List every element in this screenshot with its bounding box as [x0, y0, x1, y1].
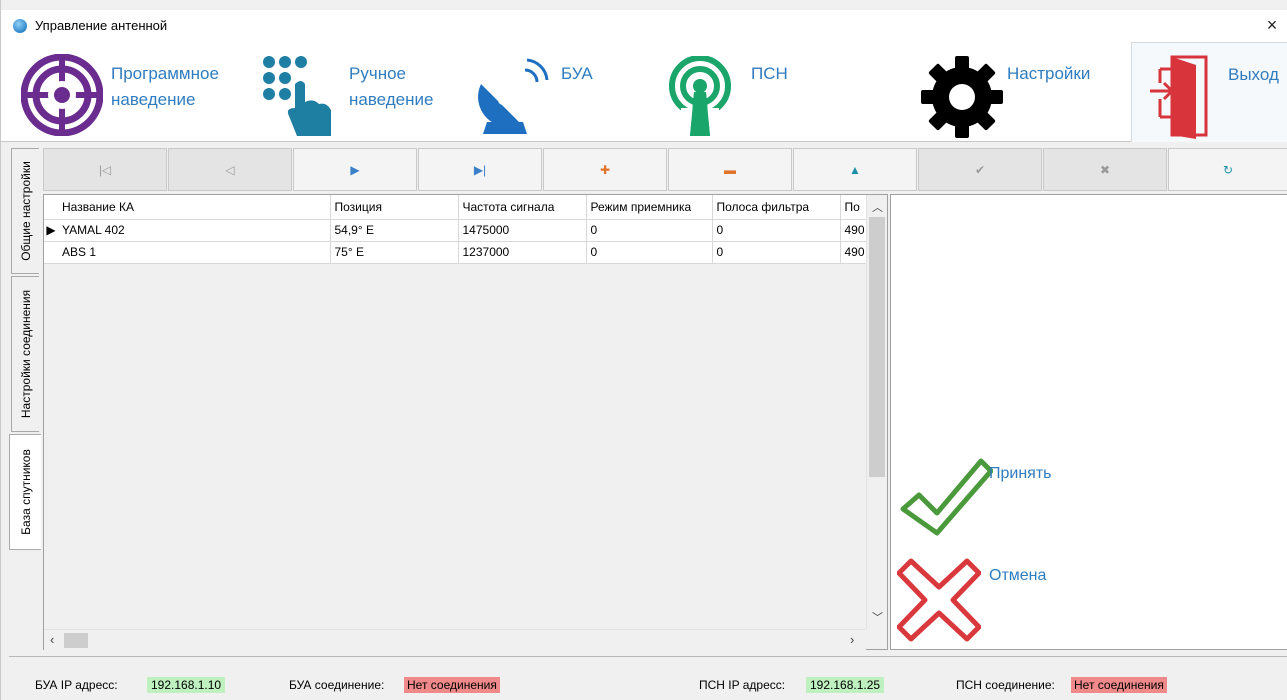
scroll-left-icon[interactable]: ‹: [50, 632, 54, 647]
cell-name[interactable]: ABS 1: [58, 241, 331, 264]
bua-ip-label: БУА IP адресс:: [35, 678, 118, 692]
nav-insert-button[interactable]: ✚: [543, 148, 667, 191]
bua-connection-label: БУА соединение:: [289, 678, 385, 692]
settings-button[interactable]: Настройки: [915, 42, 1115, 142]
column-header-name[interactable]: Название КА: [58, 195, 331, 220]
tab-connection-settings-label: Настройки соединения: [18, 289, 33, 419]
app-icon: [13, 19, 27, 33]
vertical-scrollbar[interactable]: ︿ ﹀: [866, 195, 887, 629]
program-guidance-button[interactable]: Программное наведение: [17, 42, 247, 142]
psn-ip-value: 192.168.1.25: [806, 677, 885, 693]
title-bar: Управление антенной ×: [1, 10, 1287, 42]
column-header-truncated[interactable]: По: [840, 195, 867, 220]
cell-receiver-mode[interactable]: 0: [586, 219, 713, 242]
vertical-scroll-thumb[interactable]: [869, 217, 885, 477]
scroll-up-icon[interactable]: ︿: [867, 199, 888, 215]
broadcast-tower-icon: [669, 56, 731, 136]
psn-connection-status: Нет соединения: [1071, 677, 1167, 693]
bua-label: БУА: [561, 64, 593, 83]
nav-edit-button[interactable]: ▲: [793, 148, 917, 191]
cell-name[interactable]: YAMAL 402: [58, 219, 331, 242]
nav-post-button[interactable]: ✔: [918, 148, 1042, 191]
column-header-filter-band[interactable]: Полоса фильтра: [712, 195, 841, 220]
cell-filter-band[interactable]: 0: [712, 219, 841, 242]
exit-button[interactable]: Выход: [1131, 42, 1287, 142]
bua-ip-value: 192.168.1.10: [147, 677, 226, 693]
horizontal-scrollbar[interactable]: ‹ ›: [44, 629, 866, 650]
bua-connection-status: Нет соединения: [404, 677, 500, 693]
checkmark-icon: [900, 458, 993, 536]
gear-icon: [921, 56, 1003, 138]
bua-button[interactable]: БУА: [471, 42, 641, 142]
accept-label: Принять: [989, 465, 1052, 482]
cell-receiver-mode[interactable]: 0: [586, 241, 713, 264]
cell-filter-band[interactable]: 0: [712, 241, 841, 264]
edit-action-panel: Принять Отмена: [890, 194, 1287, 650]
cell-truncated[interactable]: 490: [840, 219, 867, 242]
side-tab-strip: Общие настройки Настройки соединения Баз…: [9, 146, 41, 576]
cell-frequency[interactable]: 1475000: [458, 219, 587, 242]
settings-label: Настройки: [1007, 64, 1091, 83]
scroll-right-icon[interactable]: ›: [850, 632, 854, 647]
manual-guidance-button[interactable]: Ручное наведение: [257, 42, 457, 142]
grid-header-row: Название КА Позиция Частота сигнала Режи…: [44, 195, 867, 220]
nav-cancel-button[interactable]: ✖: [1043, 148, 1167, 191]
close-button[interactable]: ×: [1262, 14, 1282, 36]
row-indicator: [44, 241, 58, 264]
db-navigator: |◁ ◁ ▶ ▶| ✚ ▬ ▲ ✔ ✖ ↻: [43, 148, 1287, 193]
table-row[interactable]: ▶ YAMAL 402 54,9° E 1475000 0 0 490: [44, 219, 867, 242]
psn-ip-label: ПСН IP адресс:: [699, 678, 786, 692]
horizontal-scroll-thumb[interactable]: [64, 633, 88, 648]
satellite-grid[interactable]: Название КА Позиция Частота сигнала Режи…: [43, 194, 888, 650]
nav-refresh-button[interactable]: ↻: [1168, 148, 1287, 191]
manual-guidance-label-1: Ручное: [349, 64, 406, 83]
main-window: Управление антенной × Программное наведе…: [0, 0, 1287, 700]
tab-general-settings[interactable]: Общие настройки: [11, 148, 39, 274]
satellite-dish-icon: [478, 58, 549, 134]
nav-first-button[interactable]: |◁: [43, 148, 167, 191]
scroll-down-icon[interactable]: ﹀: [867, 609, 888, 625]
status-bar: БУА IP адресс: 192.168.1.10 БУА соединен…: [9, 656, 1287, 700]
column-header-receiver-mode[interactable]: Режим приемника: [586, 195, 713, 220]
cross-icon: [897, 558, 981, 642]
psn-button[interactable]: ПСН: [665, 42, 815, 142]
tab-satellite-database[interactable]: База спутников: [9, 434, 41, 550]
nav-last-button[interactable]: ▶|: [418, 148, 542, 191]
cell-position[interactable]: 75° E: [330, 241, 459, 264]
column-header-position[interactable]: Позиция: [330, 195, 459, 220]
column-header-frequency[interactable]: Частота сигнала: [458, 195, 587, 220]
psn-connection-label: ПСН соединение:: [956, 678, 1055, 692]
table-row[interactable]: ABS 1 75° E 1237000 0 0 490: [44, 241, 867, 264]
nav-delete-button[interactable]: ▬: [668, 148, 792, 191]
manual-guidance-label-2: наведение: [349, 90, 434, 109]
accept-button[interactable]: Принять: [897, 457, 1097, 537]
exit-door-icon: [1150, 55, 1208, 139]
exit-label: Выход: [1228, 65, 1279, 84]
tab-satellite-database-label: База спутников: [18, 449, 33, 535]
grid-header-indicator: [44, 195, 58, 220]
nav-next-button[interactable]: ▶: [293, 148, 417, 191]
nav-prior-button[interactable]: ◁: [168, 148, 292, 191]
tab-general-settings-label: Общие настройки: [18, 161, 33, 261]
ribbon-toolbar: Программное наведение Ручное наведение Б…: [1, 42, 1287, 142]
cell-position[interactable]: 54,9° E: [330, 219, 459, 242]
cancel-label: Отмена: [989, 567, 1047, 584]
row-indicator: ▶: [44, 219, 58, 242]
program-guidance-label-2: наведение: [111, 90, 196, 109]
tab-connection-settings[interactable]: Настройки соединения: [11, 276, 39, 432]
target-icon: [21, 54, 103, 136]
window-title: Управление антенной: [35, 18, 168, 33]
program-guidance-label-1: Программное: [111, 64, 219, 83]
cell-frequency[interactable]: 1237000: [458, 241, 587, 264]
psn-label: ПСН: [751, 64, 788, 83]
grid-table: Название КА Позиция Частота сигнала Режи…: [44, 195, 867, 264]
cell-truncated[interactable]: 490: [840, 241, 867, 264]
keypad-hand-icon: [263, 56, 331, 136]
cancel-button[interactable]: Отмена: [897, 557, 1097, 647]
